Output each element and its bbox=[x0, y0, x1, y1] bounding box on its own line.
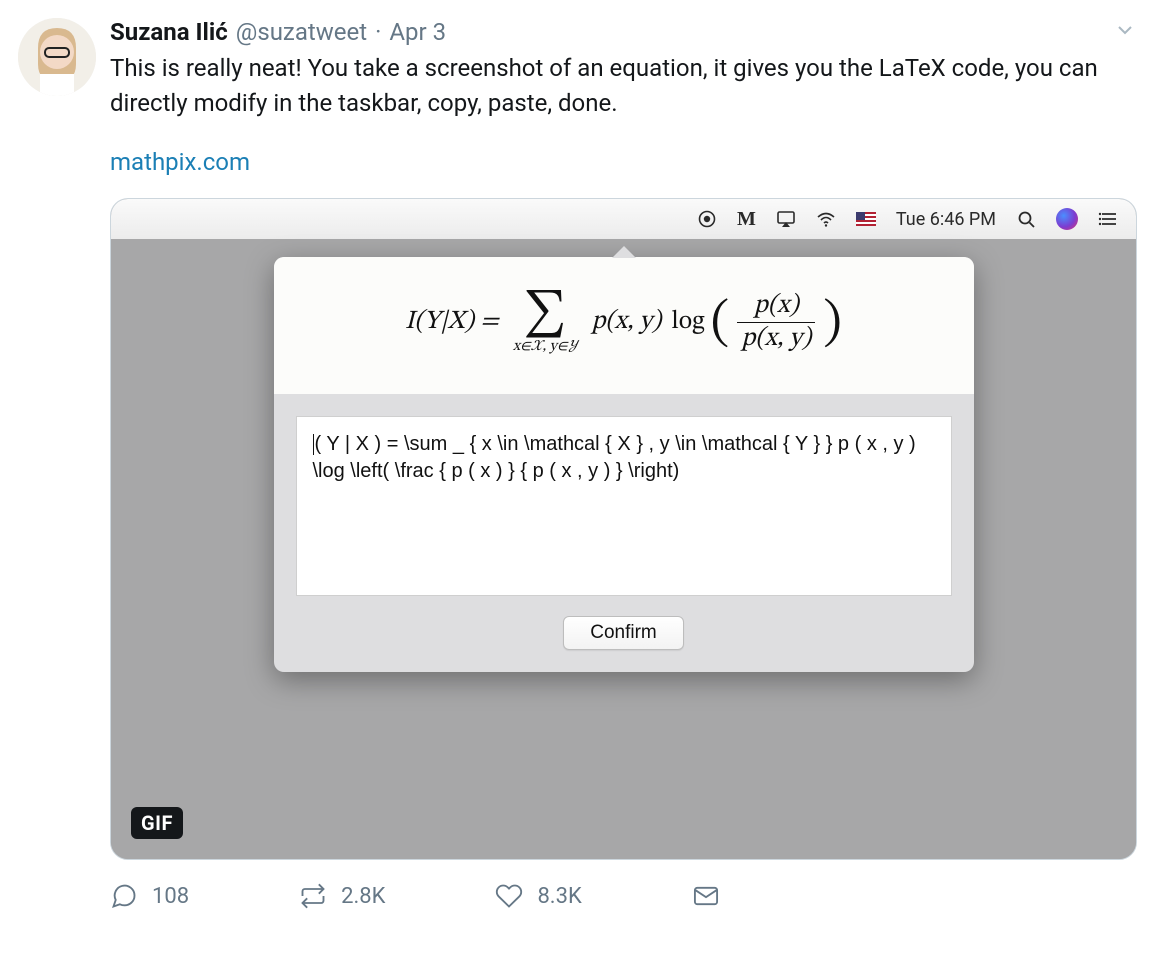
mathpix-popover: I(Y|X) = ∑ x∈𝒳, y∈𝒴 p(x, y) log ( p(x) bbox=[274, 257, 974, 672]
tweet-actions: 108 2.8K 8.3K bbox=[110, 880, 1137, 916]
heart-icon bbox=[495, 882, 523, 910]
record-icon bbox=[697, 209, 717, 229]
tweet-menu-caret[interactable] bbox=[1113, 18, 1137, 46]
reply-count: 108 bbox=[152, 884, 189, 909]
tweet-header: Suzana Ilić @suzatweet · Apr 3 bbox=[110, 18, 1137, 47]
latex-output-textbox[interactable]: ( Y | X ) = \sum _ { x \in \mathcal { X … bbox=[296, 416, 952, 596]
chevron-down-icon bbox=[1113, 18, 1137, 42]
gif-badge: GIF bbox=[131, 807, 183, 839]
us-flag-icon bbox=[856, 212, 876, 226]
confirm-button[interactable]: Confirm bbox=[563, 616, 684, 650]
like-button[interactable]: 8.3K bbox=[495, 882, 581, 910]
eq-sigma: ∑ bbox=[524, 291, 567, 337]
tweet-media-gif[interactable]: M Tue 6:46 PM bbox=[110, 198, 1137, 860]
envelope-icon bbox=[692, 882, 720, 910]
notification-center-icon bbox=[1098, 209, 1118, 229]
eq-sum-subscript: x∈𝒳, y∈𝒴 bbox=[513, 339, 577, 354]
eq-pxy: p(x, y) bbox=[591, 306, 661, 339]
eq-frac-num: p(x) bbox=[750, 292, 803, 321]
tweet-body: Suzana Ilić @suzatweet · Apr 3 This is r… bbox=[110, 18, 1137, 916]
spotlight-icon bbox=[1016, 209, 1036, 229]
author-handle[interactable]: @suzatweet bbox=[236, 18, 367, 47]
tweet-date[interactable]: Apr 3 bbox=[389, 18, 446, 47]
reply-button[interactable]: 108 bbox=[110, 882, 189, 910]
tweet-container: Suzana Ilić @suzatweet · Apr 3 This is r… bbox=[0, 0, 1167, 934]
author-display-name[interactable]: Suzana Ilić bbox=[110, 18, 228, 47]
retweet-count: 2.8K bbox=[341, 884, 385, 909]
siri-icon bbox=[1056, 208, 1078, 230]
tweet-text: This is really neat! You take a screensh… bbox=[110, 51, 1137, 121]
retweet-icon bbox=[299, 882, 327, 910]
header-separator: · bbox=[375, 18, 381, 47]
avatar[interactable] bbox=[18, 18, 96, 96]
mac-menubar: M Tue 6:46 PM bbox=[111, 199, 1136, 240]
reply-icon bbox=[110, 882, 138, 910]
retweet-button[interactable]: 2.8K bbox=[299, 882, 385, 910]
eq-left-paren: ( bbox=[711, 304, 730, 346]
mathpix-menubar-icon: M bbox=[737, 208, 756, 231]
eq-lhs: I(Y|X) = bbox=[405, 306, 499, 339]
tweet-external-link[interactable]: mathpix.com bbox=[110, 148, 250, 176]
dm-button[interactable] bbox=[692, 882, 720, 910]
eq-frac-den: p(x, y) bbox=[737, 325, 815, 354]
wifi-icon bbox=[816, 209, 836, 229]
eq-right-paren: ) bbox=[823, 304, 842, 346]
like-count: 8.3K bbox=[537, 884, 581, 909]
latex-text: ( Y | X ) = \sum _ { x \in \mathcal { X … bbox=[313, 433, 922, 482]
rendered-equation: I(Y|X) = ∑ x∈𝒳, y∈𝒴 p(x, y) log ( p(x) bbox=[274, 257, 974, 394]
airplay-icon bbox=[776, 209, 796, 229]
eq-log: log bbox=[671, 306, 704, 339]
mac-desktop-area: I(Y|X) = ∑ x∈𝒳, y∈𝒴 p(x, y) log ( p(x) bbox=[111, 239, 1136, 859]
menubar-clock: Tue 6:46 PM bbox=[896, 209, 996, 230]
